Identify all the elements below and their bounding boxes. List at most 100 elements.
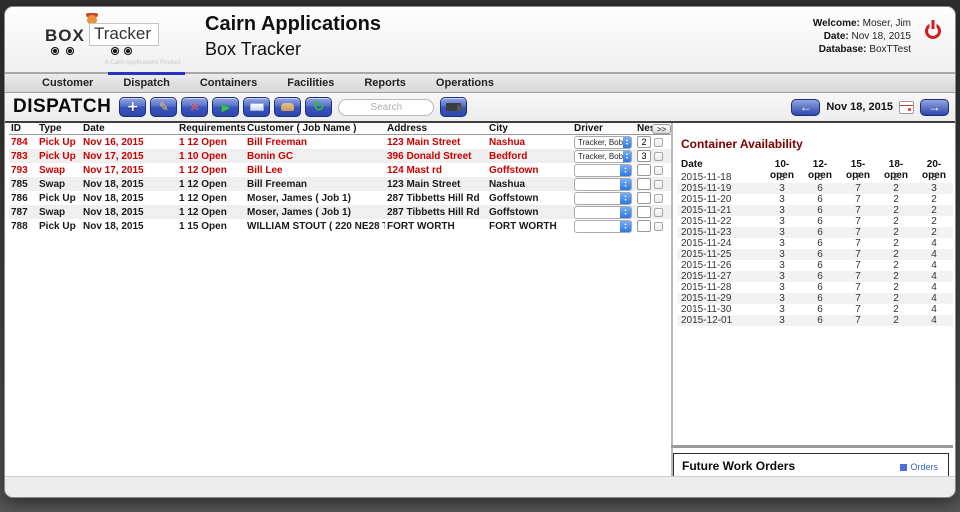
driver-select[interactable]: ▴▾ (574, 164, 632, 177)
row-checkbox[interactable] (654, 208, 663, 217)
logo-wheel-icon (66, 47, 74, 55)
table-row[interactable]: 785SwapNov 18, 20151 12 OpenBill Freeman… (9, 177, 671, 191)
availability-value: 2 (877, 194, 915, 205)
column-header-customer[interactable]: Customer ( Job Name ) (245, 123, 385, 134)
driver-select[interactable]: ▴▾ (574, 220, 632, 233)
driver-select[interactable]: Tracker, Bob▴▾ (574, 136, 632, 149)
prev-date-button[interactable]: ← (791, 99, 820, 116)
checkbox-cell (652, 180, 671, 189)
row-checkbox[interactable] (654, 138, 663, 147)
edit-button[interactable]: ✎ (150, 97, 177, 117)
column-header-requirements[interactable]: Requirements (177, 123, 245, 134)
nest-input[interactable] (637, 178, 651, 190)
hand-icon (281, 103, 294, 111)
print-button[interactable] (243, 97, 270, 117)
address-cell: FORT WORTH (385, 221, 487, 232)
column-header-nest[interactable]: Nest (635, 123, 652, 134)
column-header-address[interactable]: Address (385, 123, 487, 134)
table-row[interactable]: 784Pick UpNov 16, 20151 12 OpenBill Free… (9, 135, 671, 149)
tab-containers[interactable]: Containers (185, 71, 272, 92)
availability-row[interactable]: 2015-11-2936724 (677, 293, 953, 304)
session-info: Welcome: Moser, Jim Date: Nov 18, 2015 D… (813, 17, 911, 56)
column-header-id[interactable]: ID (9, 123, 37, 134)
calendar-icon[interactable] (899, 101, 914, 114)
column-header-driver[interactable]: Driver (572, 123, 635, 134)
sign-button[interactable] (274, 97, 301, 117)
availability-row[interactable]: 2015-12-0136724 (677, 315, 953, 326)
id-cell: 787 (9, 207, 37, 218)
start-button[interactable]: ▶ (212, 97, 239, 117)
table-row[interactable]: 786Pick UpNov 18, 20151 12 OpenMoser, Ja… (9, 191, 671, 205)
header: BOX Tracker A Cairn Applications Product… (5, 7, 955, 72)
row-checkbox[interactable] (654, 152, 663, 161)
city-cell: Nashua (487, 179, 572, 190)
availability-date: 2015-11-21 (677, 205, 763, 216)
truckflat-icon (250, 103, 264, 111)
nest-input[interactable] (637, 220, 651, 232)
city-cell: FORT WORTH (487, 221, 572, 232)
availability-row[interactable]: 2015-11-2836724 (677, 282, 953, 293)
availability-row[interactable]: 2015-11-2036722 (677, 194, 953, 205)
route-button[interactable] (440, 97, 467, 117)
row-checkbox[interactable] (654, 194, 663, 203)
availability-row[interactable]: 2015-11-2136722 (677, 205, 953, 216)
availability-row[interactable]: 2015-11-1836723 (677, 172, 953, 183)
availability-value: 2 (877, 293, 915, 304)
tab-reports[interactable]: Reports (349, 71, 421, 92)
nest-input[interactable] (637, 150, 651, 162)
column-header-date[interactable]: Date (81, 123, 177, 134)
table-row[interactable]: 787SwapNov 18, 20151 12 OpenMoser, James… (9, 205, 671, 219)
availability-row[interactable]: 2015-11-1936723 (677, 183, 953, 194)
nest-input[interactable] (637, 164, 651, 176)
tab-operations[interactable]: Operations (421, 71, 509, 92)
requirements-cell: 1 12 Open (177, 137, 245, 148)
address-cell: 396 Donald Street (385, 151, 487, 162)
availability-value: 6 (801, 271, 839, 282)
driver-select[interactable]: ▴▾ (574, 192, 632, 205)
availability-value: 3 (763, 249, 801, 260)
table-row[interactable]: 793SwapNov 17, 20151 12 OpenBill Lee124 … (9, 163, 671, 177)
availability-row[interactable]: 2015-11-2636724 (677, 260, 953, 271)
page-title: DISPATCH (13, 96, 111, 118)
next-date-button[interactable]: → (920, 99, 949, 116)
checkbox-cell (652, 138, 671, 147)
tab-customer[interactable]: Customer (27, 71, 108, 92)
nest-input[interactable] (637, 136, 651, 148)
driver-select[interactable]: ▴▾ (574, 178, 632, 191)
table-row[interactable]: 783Pick UpNov 17, 20151 10 OpenBonin GC3… (9, 149, 671, 163)
tab-facilities[interactable]: Facilities (272, 71, 349, 92)
availability-date: 2015-11-29 (677, 293, 763, 304)
availability-row[interactable]: 2015-11-3036724 (677, 304, 953, 315)
dispatch-rows: 784Pick UpNov 16, 20151 12 OpenBill Free… (9, 135, 671, 233)
driver-select[interactable]: ▴▾ (574, 206, 632, 219)
availability-value: 7 (839, 216, 877, 227)
row-checkbox[interactable] (654, 166, 663, 175)
availability-value: 3 (763, 183, 801, 194)
availability-row[interactable]: 2015-11-2536724 (677, 249, 953, 260)
chevron-up-down-icon: ▴▾ (620, 179, 631, 190)
nest-input[interactable] (637, 192, 651, 204)
table-row[interactable]: 788Pick UpNov 18, 20151 15 OpenWILLIAM S… (9, 219, 671, 233)
logout-power-icon[interactable] (925, 23, 941, 39)
availability-row[interactable]: 2015-11-2736724 (677, 271, 953, 282)
availability-row[interactable]: 2015-11-2336722 (677, 227, 953, 238)
column-header-city[interactable]: City (487, 123, 572, 134)
checkbox-cell (652, 222, 671, 231)
availability-value: 2 (877, 304, 915, 315)
nest-input[interactable] (637, 206, 651, 218)
availability-row[interactable]: 2015-11-2436724 (677, 238, 953, 249)
right-panel: Container Availability Date10-open12-ope… (677, 123, 953, 326)
toolbar: DISPATCH +✎✕▶↻ ← Nov 18, 2015 → (5, 93, 955, 121)
expand-button[interactable]: >> (652, 124, 671, 134)
column-header-type[interactable]: Type (37, 123, 81, 134)
tab-dispatch[interactable]: Dispatch (108, 72, 184, 92)
delete-button[interactable]: ✕ (181, 97, 208, 117)
availability-row[interactable]: 2015-11-2236722 (677, 216, 953, 227)
add-button[interactable]: + (119, 97, 146, 117)
nest-cell (635, 192, 652, 204)
refresh-button[interactable]: ↻ (305, 97, 332, 117)
row-checkbox[interactable] (654, 180, 663, 189)
driver-select[interactable]: Tracker, Bob▴▾ (574, 150, 632, 163)
row-checkbox[interactable] (654, 222, 663, 231)
search-input[interactable] (338, 99, 434, 116)
